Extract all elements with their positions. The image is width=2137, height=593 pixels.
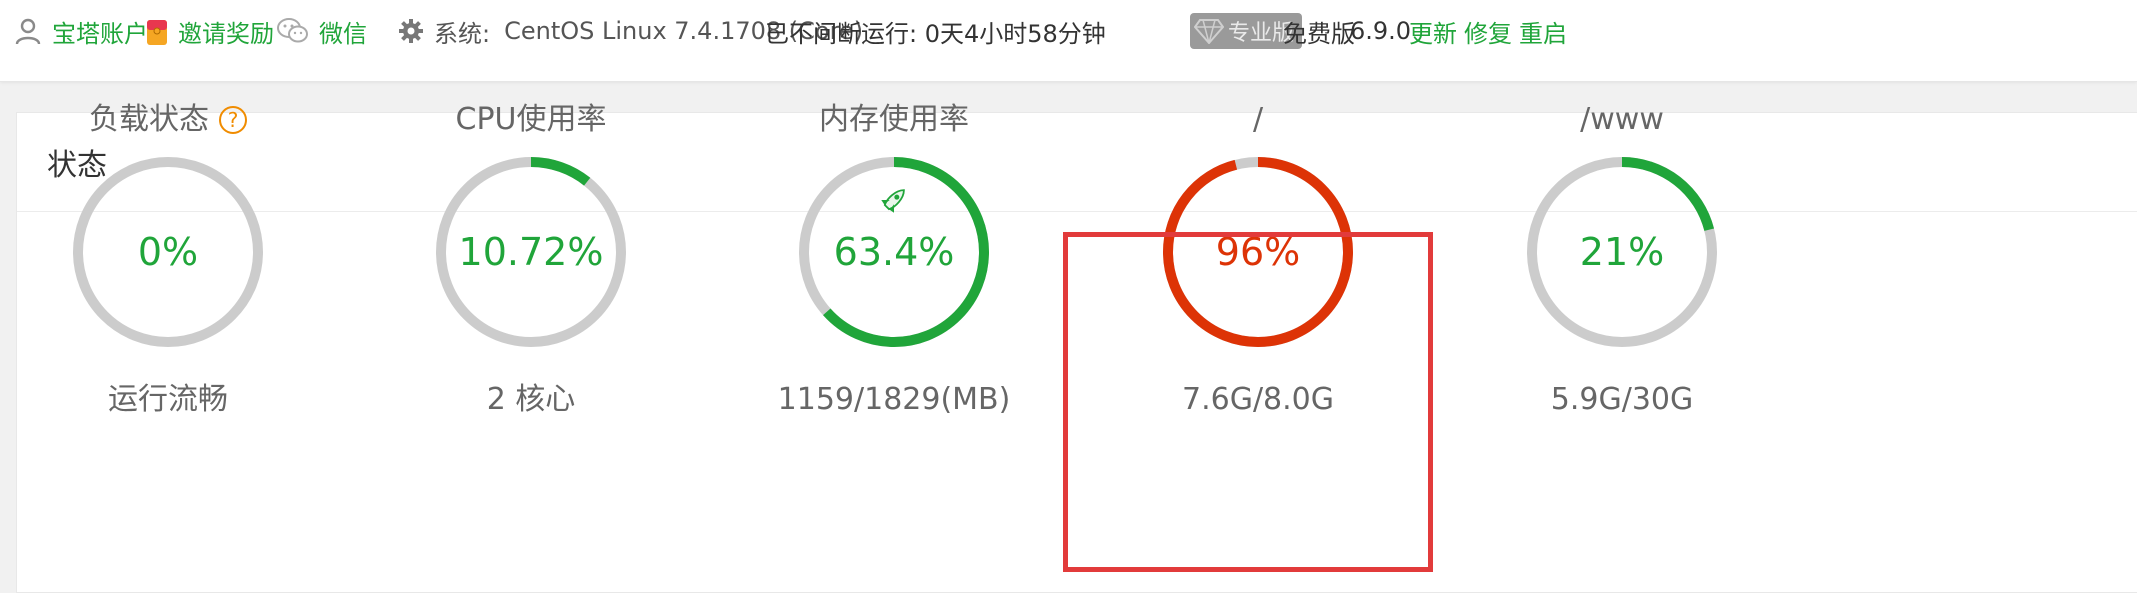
gauge-ring: 21% <box>1522 152 1722 352</box>
top-bar: 宝塔账户 邀请奖励 微信 系统: CentOS Linux 7.4.1708 (… <box>0 0 2137 82</box>
gauge-ring: 0% <box>68 152 268 352</box>
gauge-title-text: /www <box>1580 102 1664 137</box>
gauge-title: / <box>1128 100 1388 140</box>
gauge-subtitle: 运行流畅 <box>108 382 228 417</box>
gauge-title: CPU使用率 <box>401 100 661 140</box>
gauge-title: /www <box>1492 100 1752 140</box>
gauge-subtitle: 5.9G/30G <box>1550 382 1694 417</box>
gauge-5[interactable]: /www 21% 5.9G/30G <box>1492 0 1752 417</box>
gauge-ring: 63.4% <box>794 152 994 352</box>
panel-title: 状态 <box>17 113 2137 212</box>
update-link[interactable]: 更新 <box>1409 0 1457 62</box>
gauge-value: 10.72% <box>458 230 604 274</box>
gauge-4[interactable]: / 96% 7.6G/8.0G <box>1128 0 1388 417</box>
gauge-value: 96% <box>1215 230 1301 274</box>
status-panel: 状态 <box>16 112 2137 593</box>
gauge-title: 内存使用率 <box>764 100 1024 140</box>
gauge-subtitle: 7.6G/8.0G <box>1181 382 1335 417</box>
gauge-ring: 10.72% <box>431 152 631 352</box>
gauge-2[interactable]: CPU使用率 10.72% 2 核心 <box>401 0 661 417</box>
gauge-subtitle: 1159/1829(MB) <box>777 382 1011 417</box>
gauge-title-text: 内存使用率 <box>819 102 969 137</box>
gauge-value: 21% <box>1579 230 1665 274</box>
help-icon[interactable]: ? <box>219 106 247 134</box>
gauge-subtitle: 2 核心 <box>486 382 576 417</box>
gauge-1[interactable]: 负载状态? 0% 运行流畅 <box>38 0 298 417</box>
gauge-ring: 96% <box>1158 152 1358 352</box>
gauge-value: 0% <box>137 230 199 274</box>
gauge-value: 63.4% <box>833 230 955 274</box>
gauge-title: 负载状态? <box>38 100 298 140</box>
wechat-label: 微信 <box>319 19 367 48</box>
gauge-title-text: CPU使用率 <box>455 102 607 137</box>
gauge-3[interactable]: 内存使用率 63.4% 1159/1829(MB) <box>764 0 1024 417</box>
gauge-title-text: 负载状态 <box>89 102 209 137</box>
gauge-title-text: / <box>1252 102 1264 137</box>
